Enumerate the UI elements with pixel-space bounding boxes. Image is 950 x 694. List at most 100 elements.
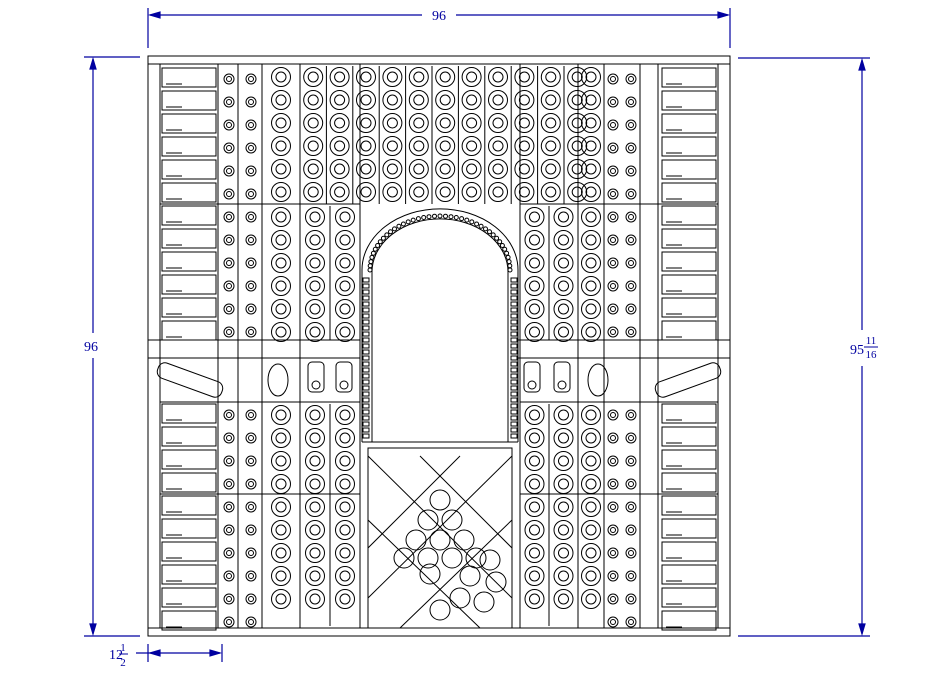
diamond-bin-bottle <box>429 489 451 511</box>
arch-side-dentil <box>510 427 518 433</box>
bottle-neck <box>607 547 619 559</box>
bottle-neck-inner <box>248 214 254 220</box>
bottle-neck <box>245 142 257 154</box>
bottle-face <box>581 589 601 609</box>
bottle-face-inner <box>492 186 504 198</box>
bottle-face <box>408 90 429 110</box>
bottle-neck-inner <box>628 168 634 174</box>
bottle-face <box>524 543 545 563</box>
bottle-face-inner <box>360 94 372 106</box>
bottle-neck-inner <box>610 527 616 533</box>
bottle-face <box>271 405 291 425</box>
bottle-neck <box>245 165 257 177</box>
left-height-arrow-bottom <box>89 623 97 637</box>
mid-left-bottle-bay <box>299 206 355 342</box>
bottle-neck <box>223 524 235 536</box>
bottle-face <box>382 136 403 156</box>
bottle-face <box>305 322 325 342</box>
bottle-face-inner <box>466 71 478 83</box>
bottle-face-inner <box>309 593 321 605</box>
bottle-face <box>514 159 535 179</box>
bottle-face-inner <box>558 501 569 513</box>
bottle-neck <box>625 547 637 559</box>
bottle-face <box>271 276 291 296</box>
bottle-face-inner <box>275 303 287 315</box>
arch-dentil <box>370 250 376 256</box>
arch-dentil <box>478 223 484 229</box>
bottle-face <box>335 497 355 517</box>
bottle-face-inner <box>529 280 540 292</box>
bottle-face <box>335 253 355 273</box>
bottle-face-inner <box>275 326 287 338</box>
bottle-neck <box>625 570 637 582</box>
bottle-face-inner <box>413 117 425 129</box>
bottle-face-inner <box>339 478 351 490</box>
bottle-face-inner <box>275 71 287 83</box>
bottle-face-inner <box>307 94 319 106</box>
bottle-face <box>524 253 545 273</box>
bottle-face-inner <box>439 94 451 106</box>
bottle-face <box>553 543 574 563</box>
bottle-face <box>553 428 574 448</box>
bottle-face <box>553 589 574 609</box>
bottle-neck-inner <box>610 435 616 441</box>
bottle-face-inner <box>309 524 321 536</box>
bottle-face <box>408 136 429 156</box>
left-neck-column-a <box>223 73 235 628</box>
bottle-neck <box>245 570 257 582</box>
bottle-neck-inner <box>610 550 616 556</box>
bottle-face-inner <box>413 140 425 152</box>
bottle-face <box>335 428 355 448</box>
bottle-face <box>271 67 291 87</box>
bottle-face <box>540 182 561 202</box>
bottle-face-inner <box>529 432 540 444</box>
arch-side-dentil <box>510 433 518 439</box>
arch-side-dentil <box>510 301 518 307</box>
bottle-face-inner <box>275 140 287 152</box>
bottle-face-inner <box>466 186 478 198</box>
bottle-face <box>271 474 291 494</box>
bottle-neck-inner <box>226 619 232 625</box>
bottle-face <box>335 405 355 425</box>
bottle-face-inner <box>275 547 287 559</box>
bottle-face <box>461 159 482 179</box>
bottle-face-inner <box>571 94 583 106</box>
arch-dentil <box>410 217 416 223</box>
display-bottle-label <box>527 380 537 390</box>
bottle-face <box>581 230 601 250</box>
arch-dentil <box>448 214 454 220</box>
bottle-neck <box>625 478 637 490</box>
bottle-face <box>488 182 508 202</box>
bottle-neck-inner <box>628 329 634 335</box>
bottle-neck-inner <box>610 283 616 289</box>
bottle-face-inner <box>275 117 287 129</box>
bottle-face-inner <box>275 94 287 106</box>
top-width-arrow-right <box>717 11 731 19</box>
bottle-face-inner <box>413 186 425 198</box>
bottle-face <box>540 67 561 87</box>
bottle-neck <box>245 326 257 338</box>
bottle-neck <box>625 409 637 421</box>
arch-side-dentil <box>510 349 518 355</box>
bottle-neck-inner <box>248 458 254 464</box>
bottle-face <box>303 182 324 202</box>
bottle-neck <box>625 326 637 338</box>
bottle-face <box>435 136 456 156</box>
bottle-face <box>335 207 355 227</box>
bottle-face-inner <box>275 570 287 582</box>
bottle-neck-inner <box>628 99 634 105</box>
bottle-face-inner <box>518 71 530 83</box>
bottle-neck <box>607 455 619 467</box>
bottle-face-inner <box>529 478 540 490</box>
bottle-face <box>553 520 574 540</box>
bottle-face-inner <box>585 432 597 444</box>
arch-dentil <box>375 243 381 248</box>
bottle-face <box>329 136 350 156</box>
diamond-bin-bottle <box>473 591 495 613</box>
bottle-neck-inner <box>628 260 634 266</box>
bottle-face-inner <box>558 432 569 444</box>
bottle-face-inner <box>529 501 540 513</box>
bottle-face <box>553 322 574 342</box>
bottle-neck-inner <box>628 122 634 128</box>
arch-side-dentil <box>362 343 370 349</box>
